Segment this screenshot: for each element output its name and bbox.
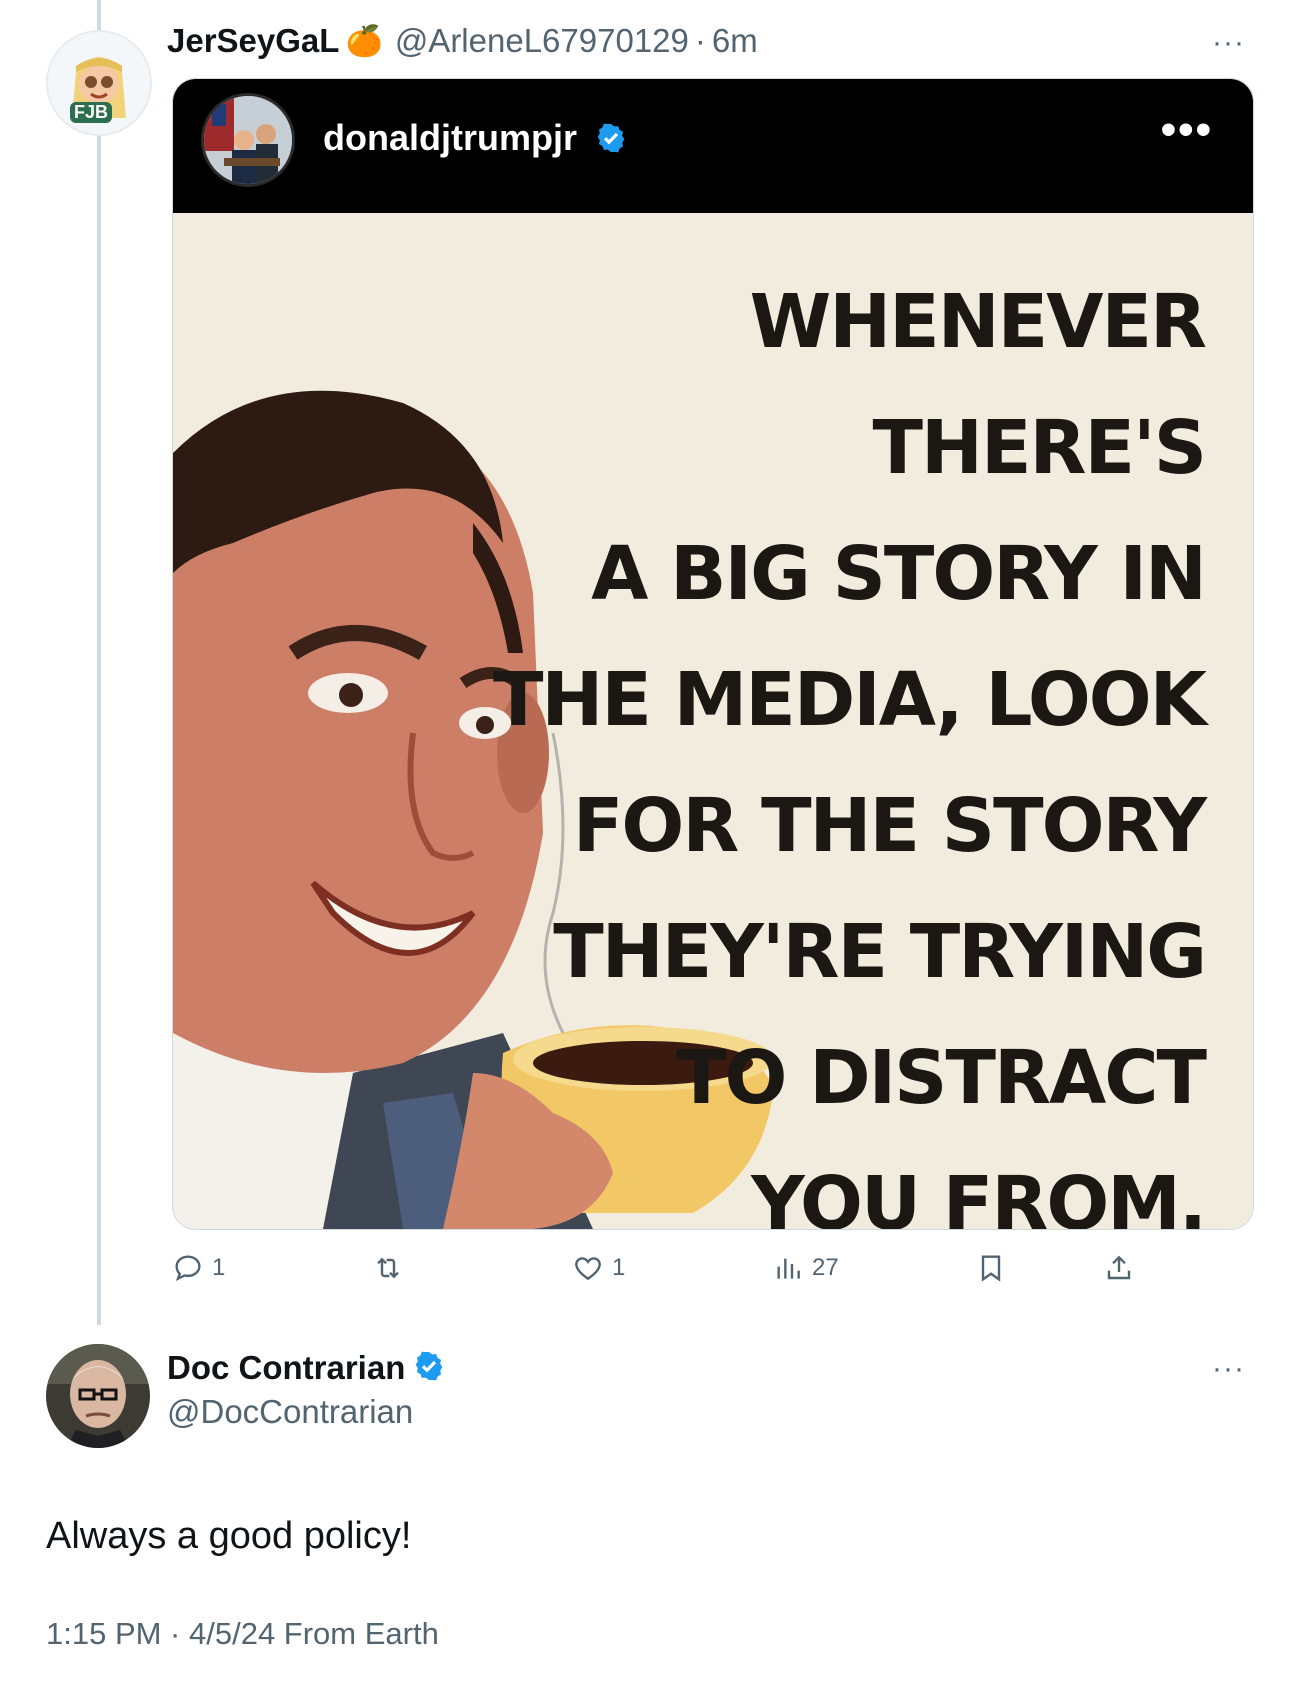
reply-count: 1	[212, 1254, 226, 1281]
like-count: 1	[612, 1254, 626, 1281]
heart-icon	[575, 1257, 601, 1281]
display-name[interactable]: JerSeyGaL	[167, 22, 339, 60]
reply-timestamp[interactable]: 1:15 PM · 4/5/24 From Earth	[46, 1616, 439, 1652]
post-time[interactable]: 6m	[712, 22, 758, 60]
reply-icon	[175, 1255, 201, 1282]
reply-button[interactable]: 1	[172, 1252, 225, 1284]
reply-display-name[interactable]: Doc Contrarian	[167, 1349, 405, 1387]
post-media[interactable]: donaldjtrumpjr ••• WHENEVER THERE'S A BI…	[172, 78, 1254, 1230]
instagram-avatar	[201, 93, 295, 187]
jerseygal-avatar[interactable]: FJB	[46, 30, 152, 136]
instagram-account-name[interactable]: donaldjtrumpjr	[323, 117, 627, 163]
separator-dot: ·	[694, 22, 706, 59]
more-options-icon[interactable]: ···	[1212, 26, 1245, 60]
user-handle[interactable]: @ArleneL67970129	[395, 22, 689, 60]
reply-text: Always a good policy!	[46, 1515, 412, 1557]
reply-handle[interactable]: @DocContrarian	[167, 1393, 445, 1431]
instagram-more-icon[interactable]: •••	[1161, 105, 1213, 155]
first-post-header: JerSeyGaL 🍊 @ArleneL67970129 · 6m	[167, 22, 758, 60]
reply-more-options-icon[interactable]: ···	[1212, 1352, 1245, 1386]
account-name-text: donaldjtrumpjr	[323, 117, 577, 158]
instagram-header-bar: donaldjtrumpjr •••	[173, 79, 1253, 213]
reply-post-header: Doc Contrarian @DocContrarian	[167, 1348, 445, 1431]
like-button[interactable]: 1	[572, 1252, 625, 1284]
share-button[interactable]	[1103, 1252, 1135, 1284]
repost-icon	[377, 1257, 399, 1279]
thread-connector-line	[97, 0, 101, 1325]
verified-badge-icon	[413, 1350, 445, 1387]
meme-caption: WHENEVER THERE'S A BIG STORY IN THE MEDI…	[492, 279, 1207, 1230]
repost-button[interactable]	[372, 1252, 412, 1284]
verified-badge-icon	[595, 121, 627, 163]
doccontrarian-avatar[interactable]	[46, 1344, 150, 1448]
views-icon	[777, 1258, 800, 1279]
fjb-badge: FJB	[70, 102, 113, 123]
orange-emoji: 🍊	[345, 24, 383, 58]
bookmark-icon	[981, 1255, 1001, 1282]
share-icon	[1107, 1255, 1131, 1280]
bookmark-button[interactable]	[975, 1252, 1007, 1284]
views-count: 27	[812, 1254, 839, 1281]
views-button[interactable]: 27	[772, 1252, 839, 1284]
